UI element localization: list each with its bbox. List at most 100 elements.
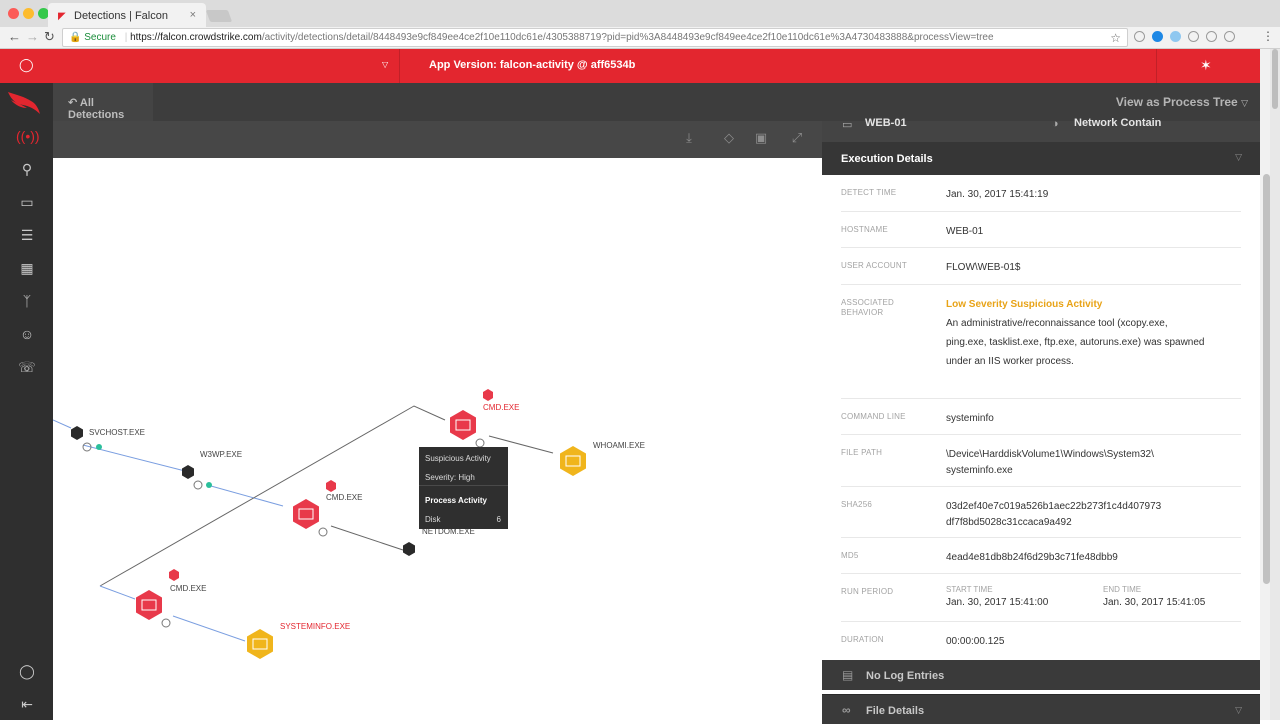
configuration-icon[interactable]: ☰ bbox=[16, 227, 38, 245]
node-cmd-mid[interactable] bbox=[293, 499, 328, 537]
download-icon[interactable]: ⤓ bbox=[680, 130, 698, 148]
behavior-title[interactable]: Low Severity Suspicious Activity bbox=[946, 295, 1206, 314]
extension-icon[interactable] bbox=[1134, 31, 1145, 42]
detail-label: USER ACCOUNT bbox=[841, 261, 907, 270]
new-tab-button[interactable] bbox=[205, 10, 233, 22]
browser-menu-icon[interactable]: ⋮ bbox=[1262, 29, 1274, 43]
detection-badge-icon bbox=[326, 480, 336, 492]
intelligence-icon[interactable]: ᛉ bbox=[16, 293, 38, 311]
reload-icon[interactable]: ↻ bbox=[44, 29, 55, 45]
users-icon[interactable]: ☺ bbox=[16, 326, 38, 344]
edge-line bbox=[99, 585, 136, 600]
detail-row-duration: DURATION 00:00:00.125 bbox=[841, 622, 1241, 659]
detail-label: FILE PATH bbox=[841, 448, 883, 457]
view-as-label: View as Process Tree bbox=[1115, 95, 1238, 109]
secure-label: Secure bbox=[84, 32, 116, 43]
extension-icon[interactable] bbox=[1170, 31, 1181, 42]
detail-row-user-account: USER ACCOUNT FLOW\WEB-01$ bbox=[841, 248, 1241, 285]
network-contain-button[interactable]: Network Contain bbox=[1074, 117, 1161, 129]
node-w3wp[interactable] bbox=[182, 465, 212, 490]
detail-value: Low Severity Suspicious Activity An admi… bbox=[946, 295, 1206, 371]
process-tree-graph: SVCHOST.EXE W3WP.EXE CMD.EXE WHOAMI.EXE … bbox=[53, 158, 822, 720]
detail-label: DURATION bbox=[841, 635, 884, 644]
bookmark-star-icon[interactable]: ☆ bbox=[1110, 31, 1121, 45]
detail-row-command-line: COMMAND LINE systeminfo bbox=[841, 399, 1241, 435]
investigate-icon[interactable]: ⚲ bbox=[16, 161, 38, 179]
edge-line bbox=[210, 485, 284, 507]
disable-notifications-icon[interactable]: ✶ bbox=[1200, 57, 1212, 74]
lock-icon: 🔒 bbox=[69, 32, 82, 43]
detail-value: FLOW\WEB-01$ bbox=[946, 262, 1021, 273]
host-name[interactable]: WEB-01 bbox=[865, 117, 907, 129]
node-cmd-top[interactable] bbox=[450, 389, 493, 448]
node-label-cmd-top: CMD.EXE bbox=[483, 403, 520, 412]
logout-icon[interactable]: ⇤ bbox=[16, 696, 38, 714]
app-version-text: App Version: falcon-activity @ aff6534b bbox=[429, 59, 636, 71]
activity-icon[interactable]: ((•)) bbox=[16, 128, 40, 146]
extension-icon[interactable] bbox=[1206, 31, 1217, 42]
extension-icon[interactable] bbox=[1224, 31, 1235, 42]
node-tooltip: Suspicious Activity Severity: High Proce… bbox=[419, 447, 508, 529]
close-window-button[interactable] bbox=[8, 8, 19, 19]
node-label-cmd-mid: CMD.EXE bbox=[326, 493, 363, 502]
detail-row-sha256: SHA256 03d2ef40e7c019a526b1aec22b273f1c4… bbox=[841, 487, 1241, 538]
file-details-label: File Details bbox=[866, 705, 925, 717]
main-sidebar: ((•)) ⚲ ▭ ☰ ▦ ᛉ ☺ ☏ ◯ ⇤ bbox=[0, 83, 53, 720]
minimize-window-button[interactable] bbox=[23, 8, 34, 19]
browser-tabbar: ◤ Detections | Falcon × bbox=[0, 0, 1280, 27]
view-toggle-icon[interactable]: ◇ bbox=[715, 130, 743, 148]
tooltip-metric-label: Disk bbox=[425, 515, 441, 524]
account-icon[interactable]: ◯ bbox=[16, 663, 38, 681]
fit-screen-icon[interactable]: ▣ bbox=[752, 130, 770, 148]
detail-value: 00:00:00.125 bbox=[946, 636, 1005, 647]
address-bar[interactable]: 🔒 Secure | https://falcon.crowdstrike.co… bbox=[62, 28, 1128, 47]
browser-tab[interactable]: ◤ Detections | Falcon × bbox=[48, 3, 206, 27]
node-whoami[interactable] bbox=[560, 446, 586, 476]
graph-toolbar: ⤓ ◇ ▣ ⤢ bbox=[53, 121, 822, 158]
edge-line bbox=[99, 405, 446, 587]
divider bbox=[419, 485, 508, 486]
process-tree-edges bbox=[53, 389, 586, 659]
divider bbox=[399, 49, 400, 83]
hosts-icon[interactable]: ▭ bbox=[16, 194, 38, 212]
execution-details-header[interactable]: Execution Details ▽ bbox=[822, 142, 1260, 175]
extension-icon[interactable] bbox=[1152, 31, 1163, 42]
detail-value: systeminfo bbox=[946, 413, 994, 424]
browser-toolbar: ← → ↻ 🔒 Secure | https://falcon.crowdstr… bbox=[0, 27, 1280, 49]
node-label-w3wp: W3WP.EXE bbox=[200, 450, 243, 459]
scrollbar-thumb[interactable] bbox=[1263, 174, 1270, 584]
chevron-down-icon[interactable]: ▽ bbox=[382, 60, 388, 69]
start-time-label: START TIME bbox=[946, 585, 993, 594]
all-detections-label: All Detections bbox=[68, 97, 125, 121]
node-cmd-low[interactable] bbox=[136, 569, 179, 628]
falcon-logo-icon[interactable] bbox=[7, 89, 41, 115]
node-systeminfo[interactable] bbox=[247, 629, 273, 659]
close-tab-icon[interactable]: × bbox=[190, 9, 196, 21]
user-circle-icon[interactable]: ◯ bbox=[19, 57, 34, 73]
expand-icon[interactable]: ⤢ bbox=[788, 130, 806, 148]
tooltip-section: Process Activity bbox=[425, 496, 487, 505]
detail-row-hostname: HOSTNAME WEB-01 bbox=[841, 212, 1241, 248]
falcon-favicon-icon: ◤ bbox=[58, 11, 66, 22]
support-icon[interactable]: ☏ bbox=[16, 359, 38, 377]
tooltip-title: Suspicious Activity bbox=[425, 454, 491, 463]
divider bbox=[1156, 49, 1157, 83]
chevron-down-icon: ▽ bbox=[1241, 98, 1248, 108]
view-as-dropdown[interactable]: View as Process Tree ▽ bbox=[1116, 95, 1248, 109]
node-netdom[interactable] bbox=[403, 542, 415, 556]
forward-arrow-icon[interactable]: → bbox=[26, 29, 39, 44]
detail-row-md5: MD5 4ead4e81db8b24f6d29b3c71fe48dbb9 bbox=[841, 538, 1241, 574]
page-scrollbar[interactable] bbox=[1270, 49, 1280, 720]
details-panel: ▭ WEB-01 ◑ Network Contain Execution Det… bbox=[822, 117, 1260, 724]
detail-row-behavior: ASSOCIATED BEHAVIOR Low Severity Suspici… bbox=[841, 285, 1241, 399]
node-label-cmd-low: CMD.EXE bbox=[170, 584, 207, 593]
log-entries-section[interactable]: ▤ No Log Entries bbox=[822, 660, 1260, 690]
all-detections-link[interactable]: ↶ All Detections bbox=[53, 83, 153, 121]
dashboards-icon[interactable]: ▦ bbox=[16, 260, 38, 278]
scrollbar-thumb[interactable] bbox=[1272, 49, 1278, 109]
detail-label: MD5 bbox=[841, 551, 859, 560]
extension-icon[interactable] bbox=[1188, 31, 1199, 42]
detail-value: Jan. 30, 2017 15:41:19 bbox=[946, 189, 1049, 200]
edge-line bbox=[53, 419, 72, 429]
back-arrow-icon[interactable]: ← bbox=[8, 29, 21, 44]
